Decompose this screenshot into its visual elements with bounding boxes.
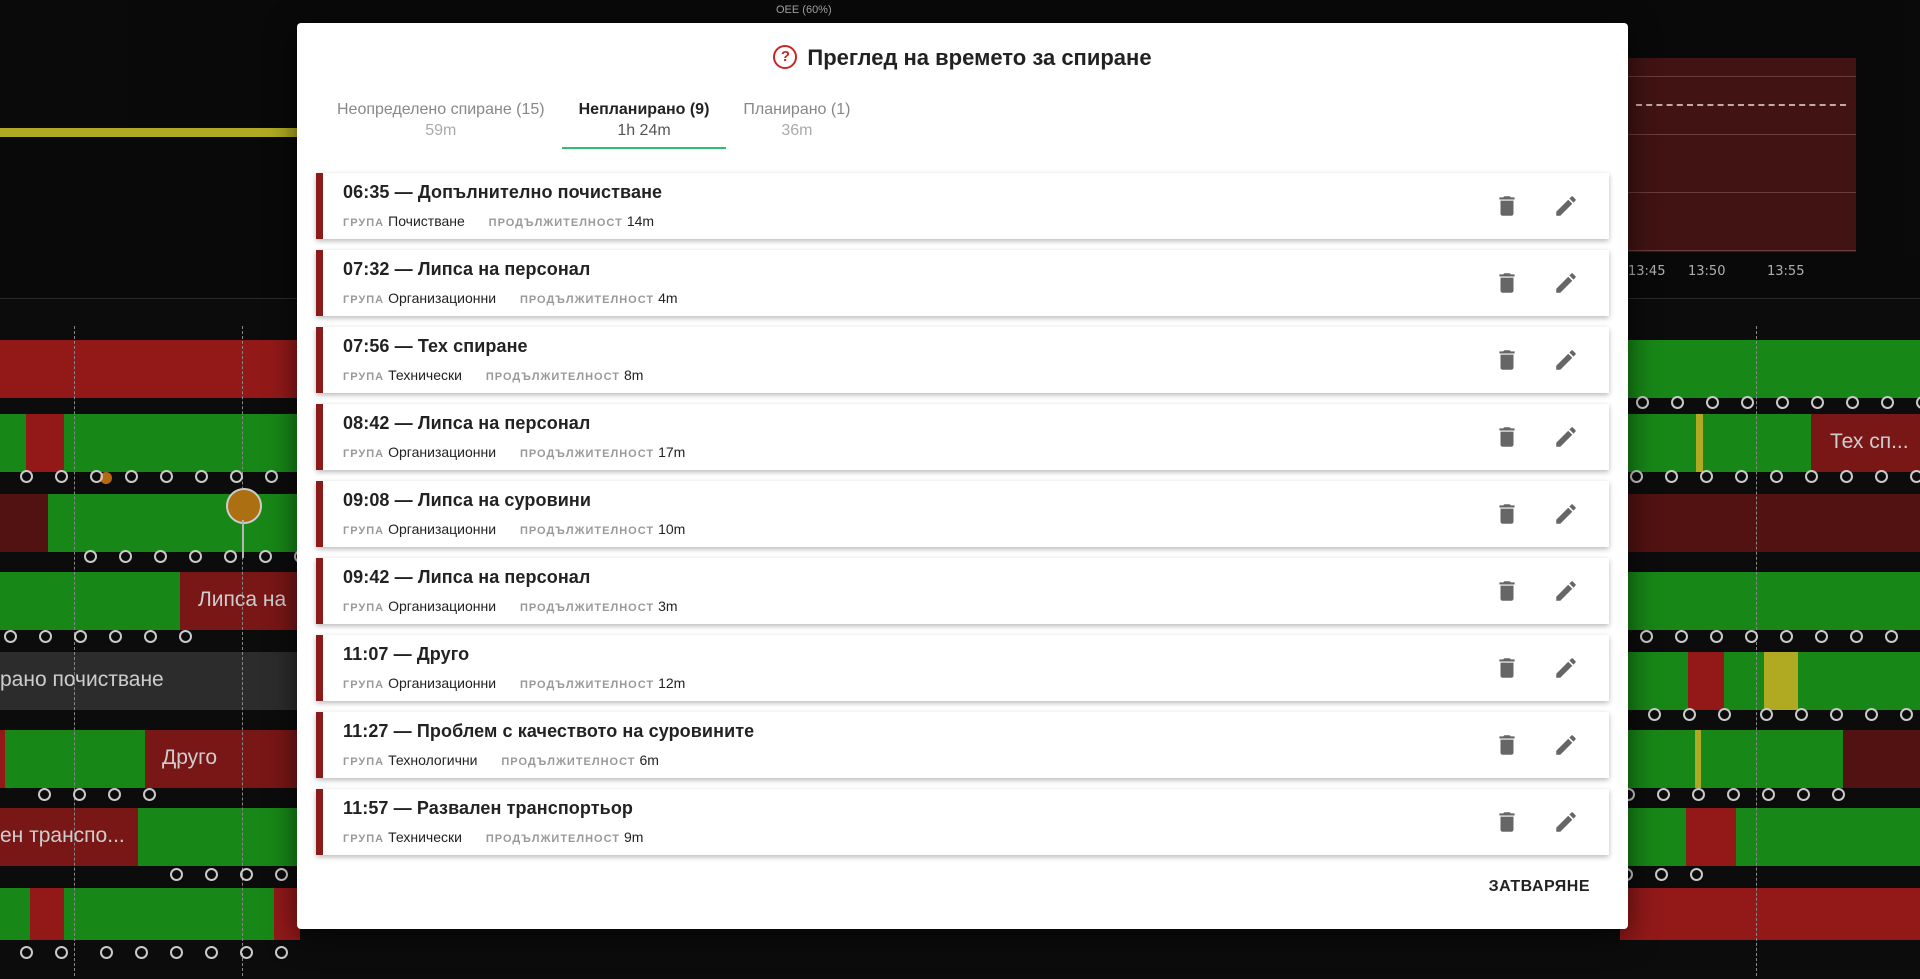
pencil-icon[interactable] — [1553, 347, 1579, 373]
group-key: ГРУПА — [343, 602, 385, 614]
pencil-icon[interactable] — [1553, 655, 1579, 681]
downtime-item-title: 06:35 — Допълнително почистване — [343, 182, 663, 202]
downtime-item-meta: ГРУПА Технически ПРОДЪЛЖИТЕЛНОСТ 8m — [343, 367, 663, 383]
downtime-item[interactable]: 07:32 — Липса на персонал ГРУПА Организац… — [316, 250, 1609, 316]
downtime-item-title: 11:57 — Развален транспортьор — [343, 798, 634, 818]
group-key: ГРУПА — [343, 371, 385, 383]
downtime-item[interactable]: 09:08 — Липса на суровини ГРУПА Организац… — [316, 481, 1609, 547]
pencil-icon[interactable] — [1553, 193, 1579, 219]
group-key: ГРУПА — [343, 448, 385, 460]
group-value: Организационни — [388, 675, 497, 691]
duration-value: 12m — [658, 675, 686, 691]
downtime-item-meta: ГРУПА Организационни ПРОДЪЛЖИТЕЛНОСТ 17m — [343, 444, 705, 460]
pencil-icon[interactable] — [1553, 732, 1579, 758]
downtime-item-meta: ГРУПА Технологични ПРОДЪЛЖИТЕЛНОСТ 6m — [343, 752, 679, 768]
downtime-review-dialog: ? Преглед на времето за спиране Неопредел… — [297, 23, 1628, 929]
duration-value: 10m — [658, 521, 686, 537]
pencil-icon[interactable] — [1553, 809, 1579, 835]
pencil-icon[interactable] — [1553, 501, 1579, 527]
trash-icon[interactable] — [1494, 424, 1520, 450]
duration-value: 6m — [639, 752, 659, 768]
downtime-item-meta: ГРУПА Организационни ПРОДЪЛЖИТЕЛНОСТ 4m — [343, 290, 698, 306]
duration-key: ПРОДЪЛЖИТЕЛНОСТ — [501, 756, 636, 768]
group-key: ГРУПА — [343, 679, 385, 691]
downtime-item-title: 11:27 — Проблем с качеството на суровини… — [343, 721, 755, 741]
pencil-icon[interactable] — [1553, 424, 1579, 450]
tab-undefined-downtime[interactable]: Неопределено спиране (15) 59m — [320, 97, 562, 147]
downtime-item[interactable]: 06:35 — Допълнително почистване ГРУПА Поч… — [316, 173, 1609, 239]
duration-key: ПРОДЪЛЖИТЕЛНОСТ — [519, 525, 655, 537]
close-button[interactable]: ЗАТВАРЯНЕ — [1489, 878, 1590, 896]
downtime-item[interactable]: 09:42 — Липса на персонал ГРУПА Организац… — [316, 558, 1609, 624]
downtime-item-meta: ГРУПА Почистване ПРОДЪЛЖИТЕЛНОСТ 14m — [343, 213, 674, 229]
duration-key: ПРОДЪЛЖИТЕЛНОСТ — [488, 217, 623, 229]
downtime-item-meta: ГРУПА Организационни ПРОДЪЛЖИТЕЛНОСТ 3m — [343, 598, 698, 614]
duration-key: ПРОДЪЛЖИТЕЛНОСТ — [519, 602, 655, 614]
downtime-item-meta: ГРУПА Организационни ПРОДЪЛЖИТЕЛНОСТ 12m — [343, 675, 705, 691]
group-key: ГРУПА — [343, 525, 385, 537]
trash-icon[interactable] — [1494, 501, 1520, 527]
downtime-item-title: 11:07 — Друго — [343, 644, 470, 664]
group-value: Организационни — [388, 521, 497, 537]
downtime-item[interactable]: 08:42 — Липса на персонал ГРУПА Организац… — [316, 404, 1609, 470]
duration-key: ПРОДЪЛЖИТЕЛНОСТ — [519, 679, 655, 691]
duration-value: 9m — [624, 829, 644, 845]
downtime-item[interactable]: 11:07 — Друго ГРУПА Организационни ПРОДЪЛ… — [316, 635, 1609, 701]
tab-unplanned[interactable]: Непланирано (9) 1h 24m — [561, 97, 727, 149]
downtime-item-title: 09:42 — Липса на персонал — [343, 567, 591, 587]
group-key: ГРУПА — [343, 833, 385, 845]
duration-key: ПРОДЪЛЖИТЕЛНОСТ — [519, 448, 655, 460]
downtime-item-meta: ГРУПА Организационни ПРОДЪЛЖИТЕЛНОСТ 10m — [343, 521, 705, 537]
duration-key: ПРОДЪЛЖИТЕЛНОСТ — [485, 833, 620, 845]
downtime-item-title: 08:42 — Липса на персонал — [343, 413, 591, 433]
trash-icon[interactable] — [1494, 270, 1520, 296]
tab-bar: Неопределено спиране (15) 59m Непланиран… — [320, 97, 867, 151]
group-key: ГРУПА — [343, 756, 385, 768]
duration-key: ПРОДЪЛЖИТЕЛНОСТ — [519, 294, 655, 306]
duration-value: 14m — [626, 213, 655, 229]
duration-value: 17m — [658, 444, 686, 460]
downtime-item[interactable]: 07:56 — Тех спиране ГРУПА Технически ПРОД… — [316, 327, 1609, 393]
trash-icon[interactable] — [1494, 732, 1520, 758]
pencil-icon[interactable] — [1553, 270, 1579, 296]
trash-icon[interactable] — [1494, 655, 1520, 681]
group-value: Технологични — [388, 752, 478, 768]
group-key: ГРУПА — [343, 217, 385, 229]
pencil-icon[interactable] — [1553, 578, 1579, 604]
downtime-item[interactable]: 11:57 — Развален транспортьор ГРУПА Техни… — [316, 789, 1609, 855]
trash-icon[interactable] — [1494, 193, 1520, 219]
downtime-item[interactable]: 11:27 — Проблем с качеството на суровини… — [316, 712, 1609, 778]
trash-icon[interactable] — [1494, 578, 1520, 604]
group-value: Технически — [388, 829, 462, 845]
group-value: Технически — [388, 367, 462, 383]
trash-icon[interactable] — [1494, 347, 1520, 373]
downtime-item-meta: ГРУПА Технически ПРОДЪЛЖИТЕЛНОСТ 9m — [343, 829, 663, 845]
downtime-list: 06:35 — Допълнително почистване ГРУПА Поч… — [316, 173, 1609, 866]
downtime-item-title: 09:08 — Липса на суровини — [343, 490, 592, 510]
group-key: ГРУПА — [343, 294, 385, 306]
group-value: Организационни — [388, 290, 497, 306]
help-circle-icon: ? — [773, 45, 798, 70]
downtime-item-title: 07:56 — Тех спиране — [343, 336, 528, 356]
duration-key: ПРОДЪЛЖИТЕЛНОСТ — [485, 371, 620, 383]
group-value: Почистване — [388, 213, 465, 229]
duration-value: 8m — [624, 367, 644, 383]
trash-icon[interactable] — [1494, 809, 1520, 835]
dialog-title: ? Преглед на времето за спиране — [297, 45, 1628, 71]
tab-planned[interactable]: Планирано (1) 36m — [726, 97, 867, 147]
duration-value: 3m — [658, 598, 678, 614]
group-value: Организационни — [388, 598, 497, 614]
group-value: Организационни — [388, 444, 497, 460]
duration-value: 4m — [658, 290, 678, 306]
downtime-item-title: 07:32 — Липса на персонал — [343, 259, 591, 279]
